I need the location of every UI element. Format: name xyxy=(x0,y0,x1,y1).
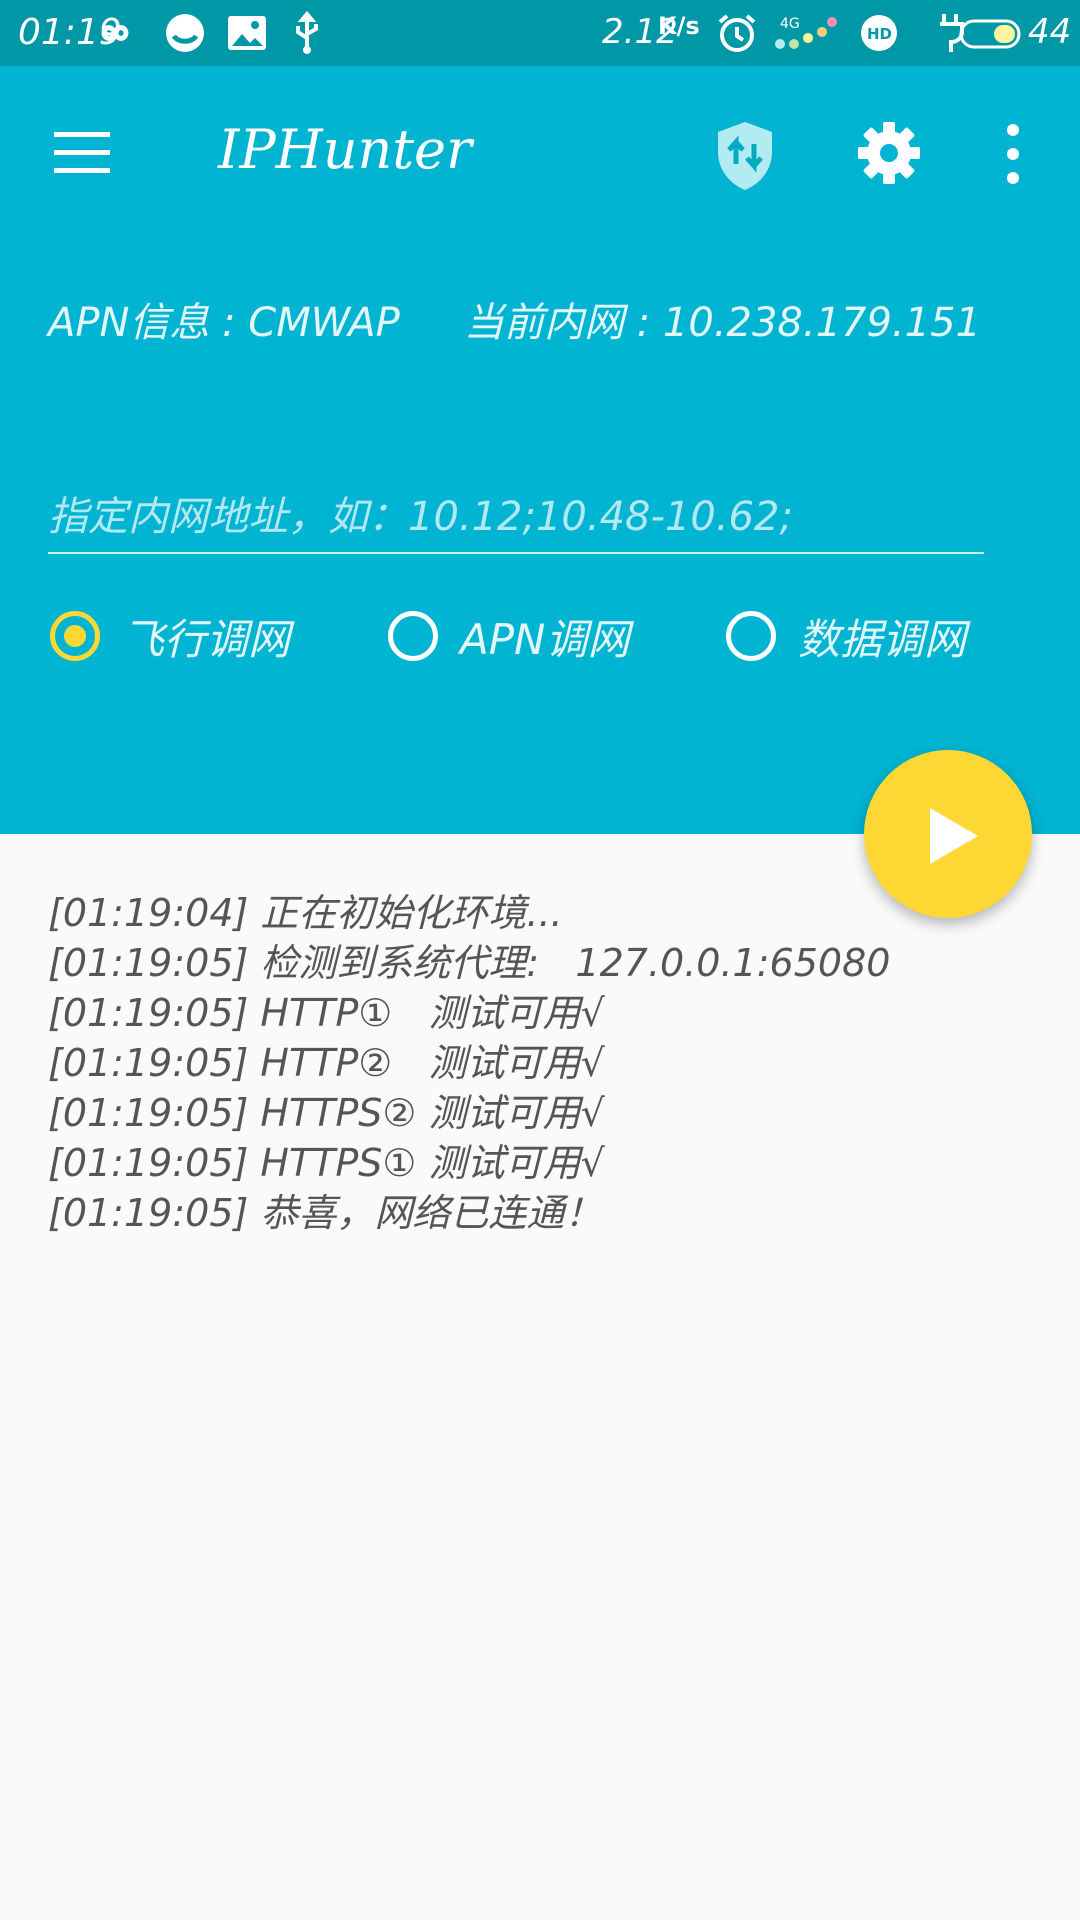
current-lan-ip: 当前内网 : 10.238.179.151 xyxy=(464,300,981,346)
hd-icon: HD xyxy=(861,15,897,51)
mode-airplane-radio[interactable]: 飞行调网 xyxy=(50,604,290,668)
mode-data-label: 数据调网 xyxy=(798,614,967,664)
more-vert-icon[interactable] xyxy=(998,122,1028,186)
battery-icon xyxy=(959,19,1021,49)
mode-apn-radio[interactable]: APN调网 xyxy=(388,604,629,668)
log-output: [01:19:04] 正在初始化环境... [01:19:05] 检测到系统代理… xyxy=(48,888,1028,1238)
gear-icon[interactable] xyxy=(854,118,924,188)
svg-text:HD: HD xyxy=(867,25,892,43)
radio-checked-icon xyxy=(50,611,100,661)
app-title: IPHunter xyxy=(218,118,472,181)
apn-info: APN信息 : CMWAP xyxy=(48,300,400,346)
log-line: [01:19:05] 检测到系统代理: 127.0.0.1:65080 xyxy=(48,941,891,985)
alarm-icon xyxy=(718,14,756,52)
signal-4g-icon: 4G xyxy=(775,16,837,49)
infinity-icon xyxy=(101,25,129,41)
radio-unchecked-icon xyxy=(726,611,776,661)
log-line: [01:19:04] 正在初始化环境... xyxy=(48,891,563,935)
lan-address-input[interactable] xyxy=(48,482,984,554)
battery-level: 44 xyxy=(1028,12,1072,52)
shield-transfer-icon[interactable] xyxy=(712,118,778,194)
log-line: [01:19:05] 恭喜，网络已连通！ xyxy=(48,1191,603,1235)
app-header: IPHunter APN信息 : CMWAP 当前内网 : 10.238.179… xyxy=(0,66,1080,834)
log-line: [01:19:05] HTTPS① 测试可用√ xyxy=(48,1141,605,1185)
log-line: [01:19:05] HTTP① 测试可用√ xyxy=(48,991,605,1035)
play-icon xyxy=(930,808,978,864)
log-line: [01:19:05] HTTP② 测试可用√ xyxy=(48,1041,605,1085)
log-line: [01:19:05] HTTPS② 测试可用√ xyxy=(48,1091,605,1135)
menu-icon[interactable] xyxy=(50,126,118,186)
mode-apn-label: APN调网 xyxy=(460,614,630,664)
mode-data-radio[interactable]: 数据调网 xyxy=(726,604,966,668)
svg-text:4G: 4G xyxy=(780,16,800,32)
mode-airplane-label: 飞行调网 xyxy=(122,614,291,664)
radio-unchecked-icon xyxy=(388,611,438,661)
usb-icon xyxy=(296,10,318,54)
app-icon xyxy=(166,14,204,52)
image-icon xyxy=(228,16,266,50)
net-speed-unit: K/s xyxy=(658,12,700,40)
status-bar: 01:19 2.12 K/s 4G HD 44 xyxy=(0,0,1080,66)
